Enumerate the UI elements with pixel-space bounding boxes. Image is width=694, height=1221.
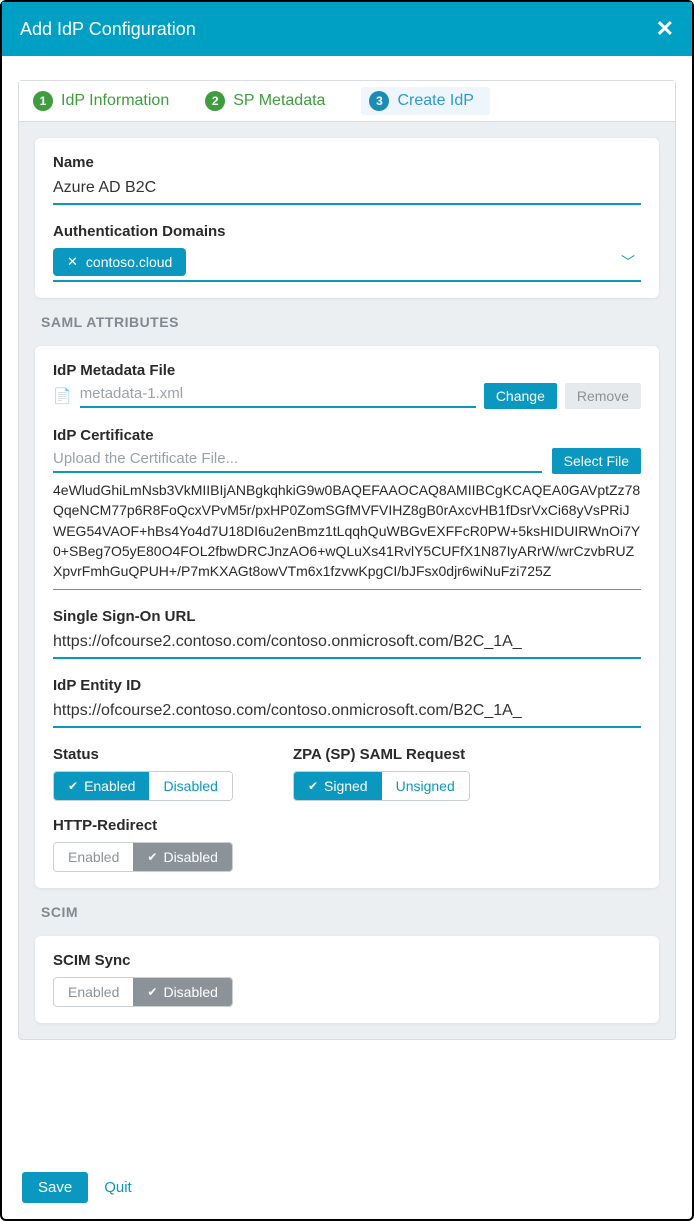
check-icon: ✔ (147, 850, 157, 864)
remove-file-button[interactable]: Remove (565, 383, 641, 409)
zpa-label: ZPA (SP) SAML Request (293, 746, 470, 763)
zpa-toggle: ✔ Signed Unsigned (293, 771, 470, 801)
auth-domains-label: Authentication Domains (53, 223, 641, 240)
dialog-title: Add IdP Configuration (20, 19, 196, 40)
http-redirect-enabled-button[interactable]: Enabled (54, 843, 133, 871)
name-input[interactable] (53, 175, 641, 205)
quit-link[interactable]: Quit (104, 1179, 132, 1196)
scim-section-label: SCIM (41, 904, 675, 920)
dialog-footer: Save Quit (2, 1162, 692, 1219)
step-create-idp[interactable]: 3 Create IdP (361, 87, 489, 115)
name-field-group: Name (53, 154, 641, 205)
zpa-signed-label: Signed (324, 778, 368, 794)
basic-info-card: Name Authentication Domains ✕ contoso.cl… (35, 138, 659, 298)
close-icon[interactable]: ✕ (656, 16, 674, 42)
step-sp-metadata[interactable]: 2 SP Metadata (205, 91, 325, 111)
cert-upload-row: Upload the Certificate File... Select Fi… (53, 448, 641, 474)
status-enabled-label: Enabled (84, 778, 135, 794)
scim-sync-toggle: Enabled ✔ Disabled (53, 977, 233, 1007)
status-toggle-group: Status ✔ Enabled Disabled (53, 746, 233, 801)
scim-disabled-label: Disabled (163, 984, 217, 1000)
metadata-file-group: IdP Metadata File 📄 metadata-1.xml Chang… (53, 362, 641, 409)
save-button[interactable]: Save (22, 1172, 88, 1203)
step-number-icon: 1 (33, 91, 53, 111)
select-file-button[interactable]: Select File (552, 448, 641, 474)
zpa-unsigned-button[interactable]: Unsigned (382, 772, 469, 800)
auth-domains-group: Authentication Domains ✕ contoso.cloud ﹀ (53, 223, 641, 282)
http-redirect-disabled-label: Disabled (163, 849, 217, 865)
name-label: Name (53, 154, 641, 171)
metadata-file-name: metadata-1.xml (80, 385, 476, 408)
metadata-file-row: 📄 metadata-1.xml Change Remove (53, 383, 641, 409)
check-icon: ✔ (308, 779, 318, 793)
status-disabled-button[interactable]: Disabled (149, 772, 231, 800)
step-number-icon: 2 (205, 91, 225, 111)
remove-tag-icon[interactable]: ✕ (67, 254, 78, 270)
http-redirect-group: HTTP-Redirect Enabled ✔ Disabled (53, 817, 641, 872)
step-label: SP Metadata (233, 92, 325, 110)
check-icon: ✔ (68, 779, 78, 793)
cert-placeholder: Upload the Certificate File... (53, 450, 542, 473)
auth-domain-tag[interactable]: ✕ contoso.cloud (53, 248, 186, 276)
check-icon: ✔ (147, 985, 157, 999)
step-idp-information[interactable]: 1 IdP Information (33, 91, 169, 111)
entity-id-label: IdP Entity ID (53, 677, 641, 694)
cert-textarea[interactable]: 4eWludGhiLmNsb3VkMIIBIjANBgkqhkiG9w0BAQE… (53, 478, 641, 590)
sso-url-label: Single Sign-On URL (53, 608, 641, 625)
wizard-steps: 1 IdP Information 2 SP Metadata 3 Create… (19, 81, 675, 122)
scim-sync-label: SCIM Sync (53, 952, 641, 969)
http-redirect-toggle: Enabled ✔ Disabled (53, 842, 233, 872)
saml-section-label: SAML ATTRIBUTES (41, 314, 675, 330)
scim-enabled-button[interactable]: Enabled (54, 978, 133, 1006)
auth-domain-tag-label: contoso.cloud (86, 254, 172, 270)
change-file-button[interactable]: Change (484, 383, 557, 409)
status-label: Status (53, 746, 233, 763)
auth-domains-select[interactable]: ✕ contoso.cloud ﹀ (53, 244, 641, 282)
dialog-content: 1 IdP Information 2 SP Metadata 3 Create… (2, 56, 692, 1162)
step-label: IdP Information (61, 92, 169, 110)
cert-label: IdP Certificate (53, 427, 641, 444)
file-icon: 📄 (53, 387, 72, 405)
wizard-container: 1 IdP Information 2 SP Metadata 3 Create… (18, 80, 676, 1040)
entity-id-input[interactable] (53, 698, 641, 728)
step-number-icon: 3 (369, 91, 389, 111)
saml-card: IdP Metadata File 📄 metadata-1.xml Chang… (35, 346, 659, 888)
metadata-file-label: IdP Metadata File (53, 362, 641, 379)
entity-id-group: IdP Entity ID (53, 677, 641, 728)
status-enabled-button[interactable]: ✔ Enabled (54, 772, 149, 800)
scim-card: SCIM Sync Enabled ✔ Disabled (35, 936, 659, 1023)
sso-url-group: Single Sign-On URL (53, 608, 641, 659)
step-label: Create IdP (397, 92, 473, 110)
chevron-down-icon[interactable]: ﹀ (621, 252, 641, 272)
zpa-signed-button[interactable]: ✔ Signed (294, 772, 382, 800)
scim-disabled-button[interactable]: ✔ Disabled (133, 978, 232, 1006)
sso-url-input[interactable] (53, 629, 641, 659)
cert-group: IdP Certificate Upload the Certificate F… (53, 427, 641, 590)
zpa-toggle-group: ZPA (SP) SAML Request ✔ Signed Unsigned (293, 746, 470, 801)
http-redirect-disabled-button[interactable]: ✔ Disabled (133, 843, 232, 871)
http-redirect-label: HTTP-Redirect (53, 817, 641, 834)
toggle-row-1: Status ✔ Enabled Disabled ZPA (SP) SAML R… (53, 746, 641, 801)
dialog-titlebar: Add IdP Configuration ✕ (2, 2, 692, 56)
status-toggle: ✔ Enabled Disabled (53, 771, 233, 801)
